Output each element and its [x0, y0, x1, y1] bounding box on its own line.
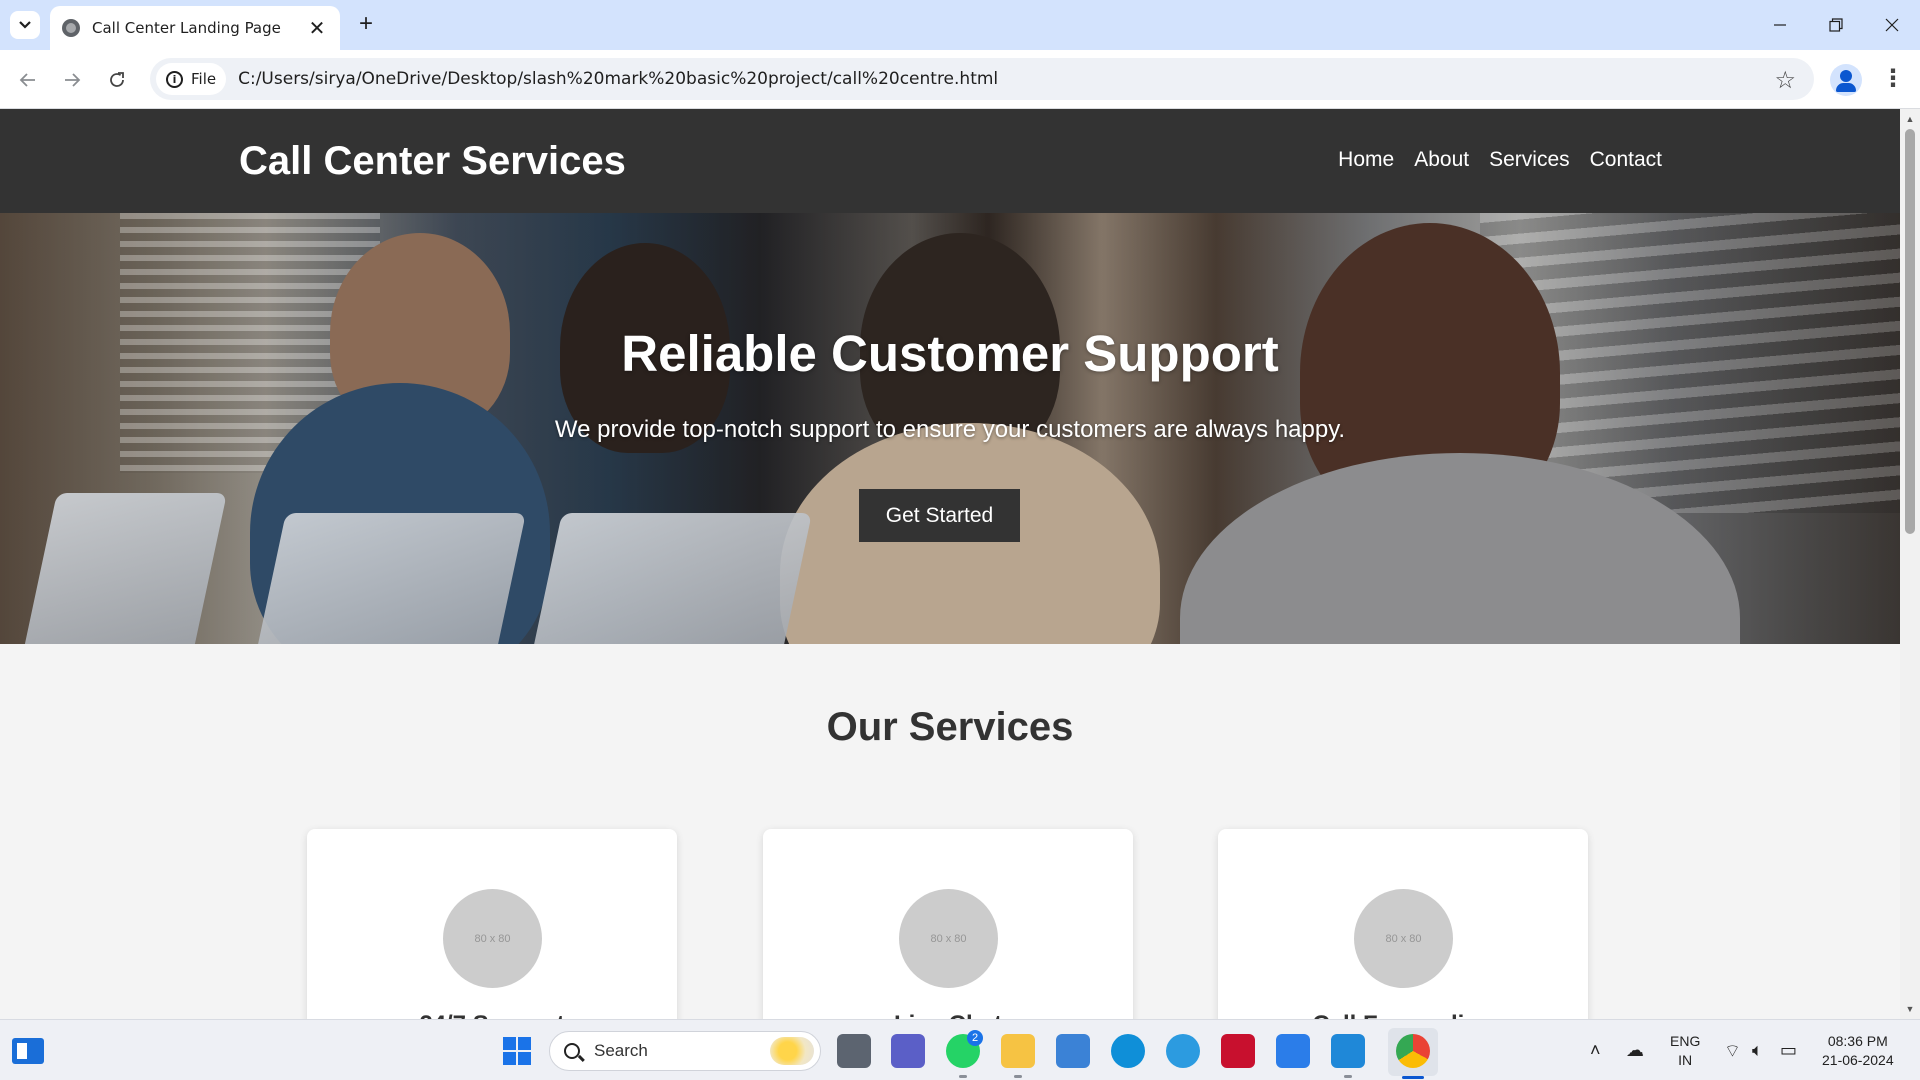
nav-link-services[interactable]: Services	[1489, 148, 1570, 172]
arrow-left-icon	[19, 73, 35, 87]
tab-close-icon[interactable]: ✕	[306, 16, 328, 41]
page-scrollbar[interactable]: ▲ ▼	[1900, 109, 1920, 1019]
restore-icon	[1829, 18, 1843, 32]
search-icon	[564, 1043, 580, 1059]
chevron-down-icon	[19, 21, 31, 29]
profile-icon[interactable]	[1830, 64, 1862, 96]
reload-icon	[110, 72, 124, 87]
scroll-down-arrow-icon[interactable]: ▼	[1900, 1001, 1920, 1017]
taskbar: Search 2 ˄ ☁ ENG IN ⌔ 🔈︎ ▭ 08:36 PM 21-0…	[0, 1019, 1920, 1080]
nav-link-about[interactable]: About	[1414, 148, 1469, 172]
info-icon: i	[166, 70, 183, 88]
search-highlight-icon	[770, 1037, 814, 1065]
service-image-placeholder: 80 x 80	[443, 889, 542, 988]
help-icon[interactable]	[1166, 1034, 1200, 1068]
site-logo: Call Center Services	[239, 139, 626, 183]
clock-time: 08:36 PM	[1827, 1033, 1888, 1049]
hero-laptop-2	[254, 513, 526, 644]
teams-icon[interactable]	[891, 1034, 925, 1068]
battery-icon[interactable]: ▭	[1780, 1040, 1797, 1061]
service-card: 80 x 80 24/7 Support	[307, 829, 677, 1019]
nav-link-home[interactable]: Home	[1338, 148, 1394, 172]
widgets-icon[interactable]	[12, 1038, 44, 1064]
minimize-button[interactable]	[1752, 0, 1808, 50]
task-view-icon[interactable]	[837, 1034, 871, 1068]
get-started-button[interactable]: Get Started	[859, 489, 1020, 542]
file-explorer-icon[interactable]	[1001, 1034, 1035, 1068]
scroll-up-arrow-icon[interactable]: ▲	[1900, 111, 1920, 127]
microsoft-store-icon[interactable]	[1056, 1034, 1090, 1068]
system-clock[interactable]: 08:36 PM 21-06-2024	[1822, 1032, 1894, 1070]
chrome-active-indicator	[1402, 1076, 1424, 1079]
hero-title: Reliable Customer Support	[621, 325, 1279, 382]
hero-laptop-3	[527, 513, 813, 644]
windows-start-icon[interactable]	[503, 1037, 531, 1065]
back-button[interactable]	[12, 64, 44, 96]
window-close-button[interactable]	[1864, 0, 1920, 50]
wifi-icon[interactable]: ⌔	[1724, 1040, 1741, 1063]
hero-laptop-1	[22, 493, 228, 644]
input-language[interactable]: ENG IN	[1670, 1032, 1700, 1070]
page-viewport: Call Center Services Home About Services…	[0, 109, 1900, 1019]
tray-chevron-up-icon[interactable]: ˄	[1590, 1040, 1601, 1061]
service-image-placeholder: 80 x 80	[899, 889, 998, 988]
volume-icon[interactable]: 🔈︎	[1752, 1040, 1763, 1061]
browser-tab[interactable]: Call Center Landing Page ✕	[50, 6, 340, 50]
hero-section: Reliable Customer Support We provide top…	[0, 213, 1900, 644]
address-bar[interactable]: i File C:/Users/sirya/OneDrive/Desktop/s…	[150, 58, 1814, 100]
nav-link-contact[interactable]: Contact	[1590, 148, 1662, 172]
service-image-placeholder: 80 x 80	[1354, 889, 1453, 988]
service-name: Call Forwarding	[1218, 1011, 1588, 1019]
explorer-running-indicator	[1014, 1075, 1022, 1078]
hero-subtitle: We provide top-notch support to ensure y…	[554, 416, 1346, 443]
new-tab-button[interactable]: +	[352, 11, 380, 39]
vscode-running-indicator	[1344, 1075, 1352, 1078]
edge-icon[interactable]	[1111, 1034, 1145, 1068]
taskbar-search-box[interactable]: Search	[549, 1031, 821, 1071]
window-controls	[1752, 0, 1920, 50]
restore-button[interactable]	[1808, 0, 1864, 50]
reload-button[interactable]	[101, 64, 133, 96]
service-name: Live Chat	[763, 1011, 1133, 1019]
site-header: Call Center Services Home About Services…	[0, 109, 1900, 213]
site-info-chip[interactable]: i File	[156, 63, 227, 95]
lang-line-2: IN	[1678, 1052, 1693, 1068]
minimize-icon	[1774, 24, 1786, 26]
more-menu-icon[interactable]: ⋮	[1878, 64, 1908, 96]
site-nav: Home About Services Contact	[1338, 148, 1662, 172]
arrow-right-icon	[65, 73, 81, 87]
lang-line-1: ENG	[1670, 1033, 1701, 1049]
browser-toolbar: i File C:/Users/sirya/OneDrive/Desktop/s…	[0, 50, 1920, 109]
vscode-icon[interactable]	[1331, 1034, 1365, 1068]
mcafee-icon[interactable]	[1221, 1034, 1255, 1068]
close-icon	[1885, 18, 1899, 32]
browser-tab-strip: Call Center Landing Page ✕ +	[0, 0, 1920, 50]
globe-icon	[62, 19, 80, 37]
tab-title: Call Center Landing Page	[92, 19, 281, 37]
service-card: 80 x 80 Live Chat	[763, 829, 1133, 1019]
services-title: Our Services	[826, 705, 1074, 749]
whatsapp-running-indicator	[959, 1075, 967, 1078]
taskbar-search-placeholder: Search	[594, 1041, 648, 1060]
myhp-icon[interactable]	[1276, 1034, 1310, 1068]
service-card: 80 x 80 Call Forwarding	[1218, 829, 1588, 1019]
forward-button[interactable]	[56, 64, 88, 96]
bookmark-star-icon[interactable]: ☆	[1774, 66, 1796, 95]
chrome-icon[interactable]	[1396, 1034, 1430, 1068]
site-chip-label: File	[191, 70, 217, 88]
onedrive-icon[interactable]: ☁	[1626, 1040, 1644, 1061]
clock-date: 21-06-2024	[1822, 1052, 1894, 1068]
whatsapp-badge: 2	[967, 1030, 983, 1046]
tab-search-button[interactable]	[10, 11, 40, 39]
service-name: 24/7 Support	[307, 1011, 677, 1019]
url-text[interactable]: C:/Users/sirya/OneDrive/Desktop/slash%20…	[238, 69, 998, 89]
scroll-thumb[interactable]	[1905, 129, 1915, 534]
